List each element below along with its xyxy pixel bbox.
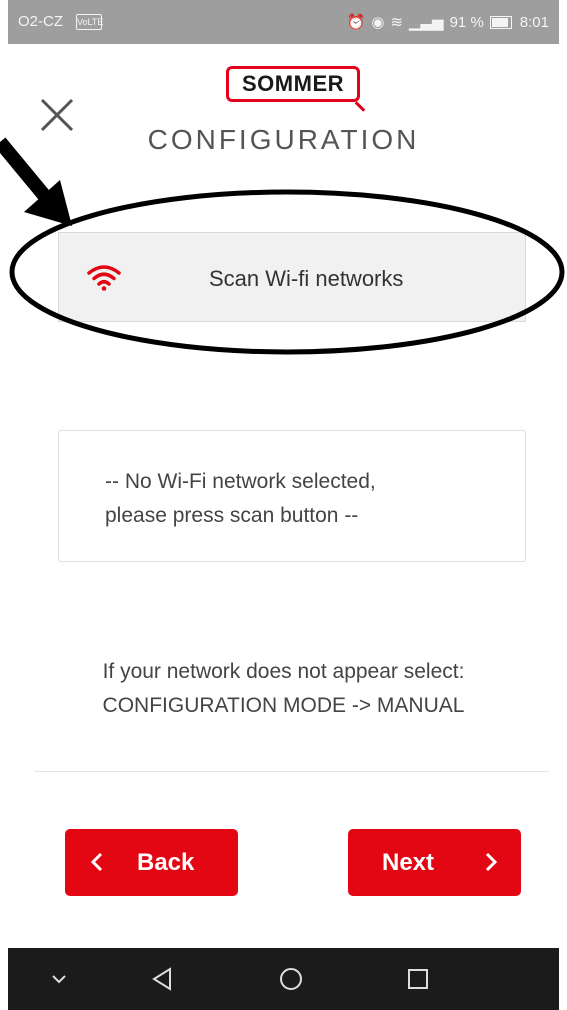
help-text: If your network does not appear select: … [8, 655, 559, 723]
chevron-right-icon [485, 852, 498, 872]
scan-wifi-label: Scan Wi-fi networks [209, 266, 404, 291]
wifi-status-icon: ≋ [390, 14, 403, 31]
chevron-down-icon[interactable] [44, 964, 74, 994]
chevron-left-icon [90, 852, 103, 872]
alarm-icon: ⏰ [346, 14, 366, 31]
selected-network-line2: please press scan button -- [105, 504, 359, 527]
app-screen: O2-CZ VoLTE ⏰ ◉ ≋ ▁▃▅ 91 % 8:01 SOMMER C… [8, 0, 559, 1010]
recents-nav-icon[interactable] [403, 964, 433, 994]
selected-network-box: -- No Wi-Fi network selected, please pre… [58, 430, 526, 562]
battery-percent: 91 % [449, 13, 484, 31]
clock: 8:01 [519, 13, 549, 31]
selected-network-text: -- No Wi-Fi network selected, please pre… [105, 465, 505, 533]
scan-wifi-button[interactable]: Scan Wi-fi networks [58, 232, 526, 322]
divider [34, 771, 549, 772]
back-label: Back [137, 849, 195, 876]
android-nav-bar [8, 948, 559, 1010]
volte-icon: VoLTE [76, 14, 103, 30]
next-button[interactable]: Next [348, 829, 521, 896]
help-line1: If your network does not appear select: [102, 660, 465, 683]
back-nav-icon[interactable] [148, 964, 178, 994]
back-button[interactable]: Back [65, 829, 238, 896]
wifi-icon [87, 265, 121, 291]
status-bar: O2-CZ VoLTE ⏰ ◉ ≋ ▁▃▅ 91 % 8:01 [8, 0, 559, 44]
home-nav-icon[interactable] [276, 964, 306, 994]
selected-network-line1: -- No Wi-Fi network selected, [105, 470, 376, 493]
signal-icon: ▁▃▅ [408, 14, 444, 31]
eye-icon: ◉ [371, 14, 385, 31]
help-line2: CONFIGURATION MODE -> MANUAL [102, 694, 465, 717]
battery-icon [489, 15, 512, 29]
status-icons: ⏰ ◉ ≋ ▁▃▅ 91 % 8:01 [346, 13, 549, 32]
carrier-label: O2-CZ [18, 13, 63, 30]
page-title: CONFIGURATION [147, 124, 420, 155]
next-label: Next [382, 849, 435, 876]
sommer-logo: SOMMER [226, 66, 360, 102]
